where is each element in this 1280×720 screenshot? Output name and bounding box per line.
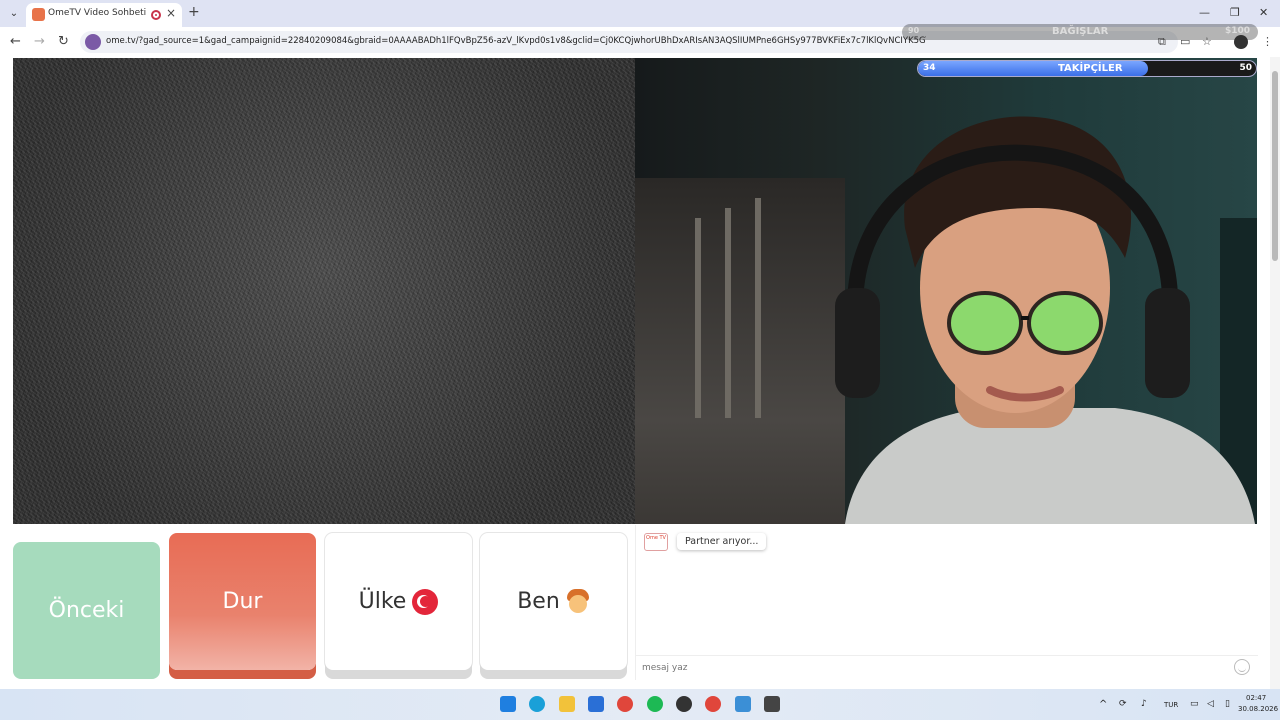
menu-icon[interactable]: ⋮ xyxy=(1262,35,1273,48)
obs-icon[interactable] xyxy=(676,696,692,712)
me-button[interactable]: Ben xyxy=(480,533,627,670)
followers-progress-bar: 34 TAKİPÇİLER 50 xyxy=(917,60,1257,77)
page-scrollbar[interactable] xyxy=(1270,57,1280,689)
chat-input-bar xyxy=(636,655,1258,680)
emoji-icon[interactable] xyxy=(1234,659,1250,675)
clock-date[interactable]: 30.08.2026 xyxy=(1238,705,1278,713)
person-silhouette xyxy=(835,116,1255,524)
new-tab-button[interactable]: + xyxy=(188,4,200,20)
me-label: Ben xyxy=(517,589,560,614)
followers-goal: 50 xyxy=(1239,63,1252,73)
tray-chevron-icon[interactable]: ^ xyxy=(1099,699,1107,710)
browser-tab-strip: ⌄ OmeTV Video Sohbeti — O × + — ❐ ✕ xyxy=(0,0,1280,27)
site-info-icon[interactable] xyxy=(85,34,101,50)
file-explorer-icon[interactable] xyxy=(559,696,575,712)
network-icon[interactable]: ▭ xyxy=(1190,699,1199,709)
country-button[interactable]: Ülke xyxy=(325,533,472,670)
windows-taskbar: ^ ⟳ ♪ TUR ▭ ◁ ▯ 02:47 30.08.2026 xyxy=(0,689,1280,720)
reload-icon[interactable]: ↻ xyxy=(58,34,69,49)
store-icon[interactable] xyxy=(588,696,604,712)
tab-search-icon[interactable]: ⌄ xyxy=(6,6,22,22)
me-label-wrap: Ben xyxy=(480,589,627,615)
recording-icon xyxy=(151,10,161,20)
chrome-icon[interactable] xyxy=(617,696,633,712)
donations-overlay: 90 BAĞIŞLAR $100 xyxy=(902,24,1258,40)
ometv-logo-icon: Ome TV xyxy=(644,533,668,551)
restore-icon[interactable]: ❐ xyxy=(1230,6,1240,19)
microphone-icon[interactable]: ♪ xyxy=(1141,699,1147,709)
followers-label: TAKİPÇİLER xyxy=(1058,63,1123,74)
chrome-active-icon[interactable] xyxy=(705,696,721,712)
country-label: Ülke xyxy=(358,589,407,614)
turkey-flag-icon xyxy=(412,589,439,615)
tray-sync-icon[interactable]: ⟳ xyxy=(1119,699,1127,709)
stop-button[interactable]: Dur xyxy=(169,533,316,670)
boy-avatar-icon xyxy=(566,589,590,615)
close-window-icon[interactable]: ✕ xyxy=(1259,6,1268,19)
volume-icon[interactable]: ◁ xyxy=(1207,699,1214,709)
chat-panel: Ome TV Partner arıyor... xyxy=(635,525,1258,680)
self-camera-video xyxy=(635,58,1257,524)
photos-icon[interactable] xyxy=(735,696,751,712)
donations-current: 90 xyxy=(908,26,920,35)
donations-goal: $100 xyxy=(1224,26,1250,36)
app-icon[interactable] xyxy=(764,696,780,712)
url-text[interactable]: ome.tv/?gad_source=1&gad_campaignid=2284… xyxy=(106,36,926,46)
partner-video-static xyxy=(13,58,635,524)
country-label-wrap: Ülke xyxy=(325,589,472,615)
ometv-favicon-icon xyxy=(32,8,45,21)
previous-label: Önceki xyxy=(48,598,125,623)
edge-icon[interactable] xyxy=(529,696,545,712)
clock-time[interactable]: 02:47 xyxy=(1246,694,1266,702)
back-icon[interactable]: ← xyxy=(10,34,21,49)
minimize-icon[interactable]: — xyxy=(1199,6,1210,19)
tab-title: OmeTV Video Sohbeti — O xyxy=(48,8,146,18)
donations-label: BAĞIŞLAR xyxy=(1052,26,1109,37)
close-tab-icon[interactable]: × xyxy=(166,6,176,20)
windows-start-icon[interactable] xyxy=(500,696,516,712)
input-language[interactable]: TUR xyxy=(1164,701,1178,709)
chat-message-input[interactable] xyxy=(642,660,1222,676)
stop-label: Dur xyxy=(222,589,263,614)
previous-button[interactable]: Önceki xyxy=(13,542,160,679)
followers-current: 34 xyxy=(923,63,936,73)
chat-status-message: Partner arıyor... xyxy=(677,533,767,550)
spotify-icon[interactable] xyxy=(647,696,663,712)
scrollbar-thumb[interactable] xyxy=(1272,71,1278,261)
forward-icon[interactable]: → xyxy=(34,34,45,49)
battery-icon[interactable]: ▯ xyxy=(1225,699,1230,709)
ometv-page: Önceki Dur Ülke Ben Ome TV Partner arıyo… xyxy=(0,57,1280,689)
browser-tab[interactable]: OmeTV Video Sohbeti — O × xyxy=(26,3,182,27)
